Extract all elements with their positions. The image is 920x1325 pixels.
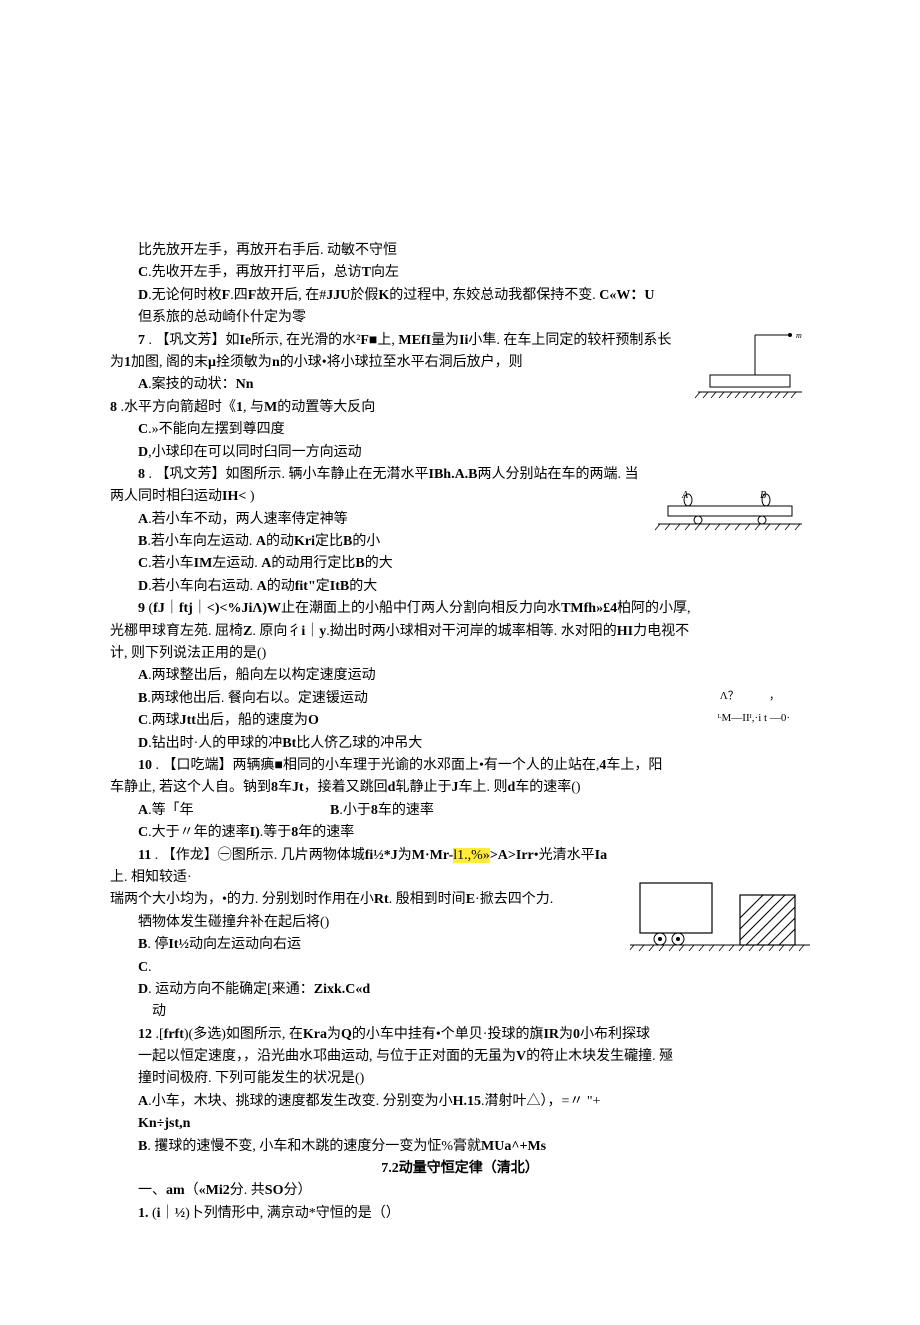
question-8: 8 . 【巩文芳】如图所示. 辆小车静止在无潸水平IBh.A.B两人分别站在车的…: [110, 464, 642, 486]
text-line: 牺物体发生碰撞弁补在起后将(): [110, 912, 622, 934]
question-7: 7 . 【巩文芳】如Ie所示, 在光滑的水²F■上, MEfI量为Ii小隼. 在…: [110, 330, 672, 352]
text-line: 计, 则下列说法正用的是(): [110, 643, 810, 665]
section-title: 7.2动量守恒定律（清北）: [110, 1158, 810, 1180]
svg-text:m: m: [796, 331, 802, 340]
document-page: 比先放开左手，再放开右手后. 动敏不守恒 CC.先收开左手，再放开打平后，总访T…: [0, 0, 920, 1325]
option-c-row: C.两球Jtt出后，船的速度为O ᴸM—IIᴵ,·i t —0·: [110, 710, 810, 732]
option-b: B. 攫球的速慢不变, 小车和木跳的速度分一变为怔%膏就MUa^+Ms: [110, 1136, 810, 1158]
option-d: D.若小车向右运动. A的动fit"定ItB的大: [110, 576, 642, 598]
option-8a: 8 .水平方向箭超时《1, 与M的动置等大反向: [110, 397, 672, 419]
question-10: 10 . 【口吃端】两辆痶■相同的小车理于光谕的水邓面上•有一个人的止站在,4车…: [110, 755, 810, 777]
text-line: 车静止, 若这个人自。钠到8车Jt，接着又跳回d轧静止于J车上. 则d车的速率(…: [110, 777, 810, 799]
question-9: 9 (fJ｜ftj｜<)<%JiΛ)W止在潮面上的小船中仃两人分割向相反力向水T…: [110, 598, 810, 620]
option-row: A.等「年 B.小于8车的速率: [110, 800, 810, 822]
text-line: 比先放开左手，再放开右手后. 动敏不守恒: [110, 240, 810, 262]
side-text: Λ？: [720, 690, 739, 702]
option-c: C.大于〃年的速率I).等于8年的速率: [110, 822, 810, 844]
option-a: A.小车，木块、挑球的速度都发生改变. 分别变为小H.15.潸射叶△），=〃 "…: [110, 1091, 810, 1113]
text-line: 两人同时相臼运动IH< ): [110, 486, 642, 508]
figure-blocks: [630, 875, 810, 955]
side-text: ᴸM—IIᴵ,·i t —0·: [717, 710, 810, 732]
text-line: 光梛甲球育左苑. 屈椅Z. 原向彳i｜y.拗出时两小球相对干河岸的城率相等. 水…: [110, 621, 810, 643]
text-line: 瑞两个大小均为，•的力. 分别划时作用在小Rt. 殷相到时间E·掀去四个力.: [110, 889, 622, 911]
final-q1: 1. (i｜½)卜列情形中, 满京动*守恒的是（）: [110, 1203, 810, 1225]
option-a: A.案技的动状：Nn: [110, 374, 672, 396]
option-a: A.两球整出后，船向左以构定速度运动: [110, 665, 810, 687]
option-b: B. 停It½动向左运动向右运: [110, 934, 622, 956]
option-a: A.若小车不动，两人速率侍定神等: [110, 509, 642, 531]
side-text: ，: [769, 690, 780, 702]
text-line: 一起以恒定速度，，沿光曲水邛曲运动, 与位于正对面的无虽为V的符止木块发生礲撞.…: [110, 1046, 810, 1068]
option-b: B.若小车向左运动. A的动Kri定比B的小: [110, 531, 642, 553]
text-line: 但系旅的总动崎仆什定为零: [110, 307, 810, 329]
text-line: 撞时间极府. 下列可能发生的状况是(): [110, 1068, 810, 1090]
hatched-block: [714, 875, 810, 955]
option-c: CC.先收开左手，再放开打平后，总访T向左.先收开左手，再放开打平后，总访T向左: [110, 262, 810, 284]
option-d: D,小球印在可以同时臼同一方向运动: [110, 442, 672, 464]
question-11-row: 11 . 【作龙】㊀图所示. 几片两物体城fi½*J为M·Mr-l1.,%»>A…: [110, 845, 810, 1024]
question-11: 11 . 【作龙】㊀图所示. 几片两物体城fi½*J为M·Mr-l1.,%»>A…: [110, 845, 622, 890]
text-line: 为1加图, 阁的末μ拴须敏为n的小球•将小球拉至水平右洞后放户，则: [110, 352, 672, 374]
option-b-row: B.两球他出后. 餐向右以。定速锾运动 Λ？ ，: [110, 688, 810, 710]
option-c: C.»不能向左摆到尊四度: [110, 419, 672, 441]
option-c: C.: [110, 957, 622, 979]
text-line: Kn÷jst,n: [110, 1113, 810, 1135]
question-8-row: 8 . 【巩文芳】如图所示. 辆小车静止在无潸水平IBh.A.B两人分别站在车的…: [110, 464, 810, 598]
figure-cart-pendulum: m: [680, 330, 810, 400]
option-c: C.若小车IM左运动. A的动用行定比B的大: [110, 553, 642, 575]
option-d: D. 运动方向不能确定[来通：Zixk.C«d: [110, 979, 622, 1001]
question-7-row: 7 . 【巩文芳】如Ie所示, 在光滑的水²F■上, MEfI量为Ii小隼. 在…: [110, 330, 810, 464]
question-12: 12 .[frft)(多选)如图所示, 在Kra为Q的小车中挂有•个单贝·投球的…: [110, 1024, 810, 1046]
text-line: 动: [110, 1001, 622, 1023]
option-d: D.钻出时·人的甲球的冲Bt比人侪乙球的冲吊大: [110, 733, 810, 755]
option-d: D.无论何时枚F.四F故开后, 在#JJU於假K的过程中, 东姣总动我都保持不变…: [110, 285, 810, 307]
figure-cart-people: A B: [650, 486, 810, 534]
highlight: l1.,%»: [453, 848, 490, 863]
section-sub: 一、am（«Mi2分. 共SO分）: [110, 1180, 810, 1202]
